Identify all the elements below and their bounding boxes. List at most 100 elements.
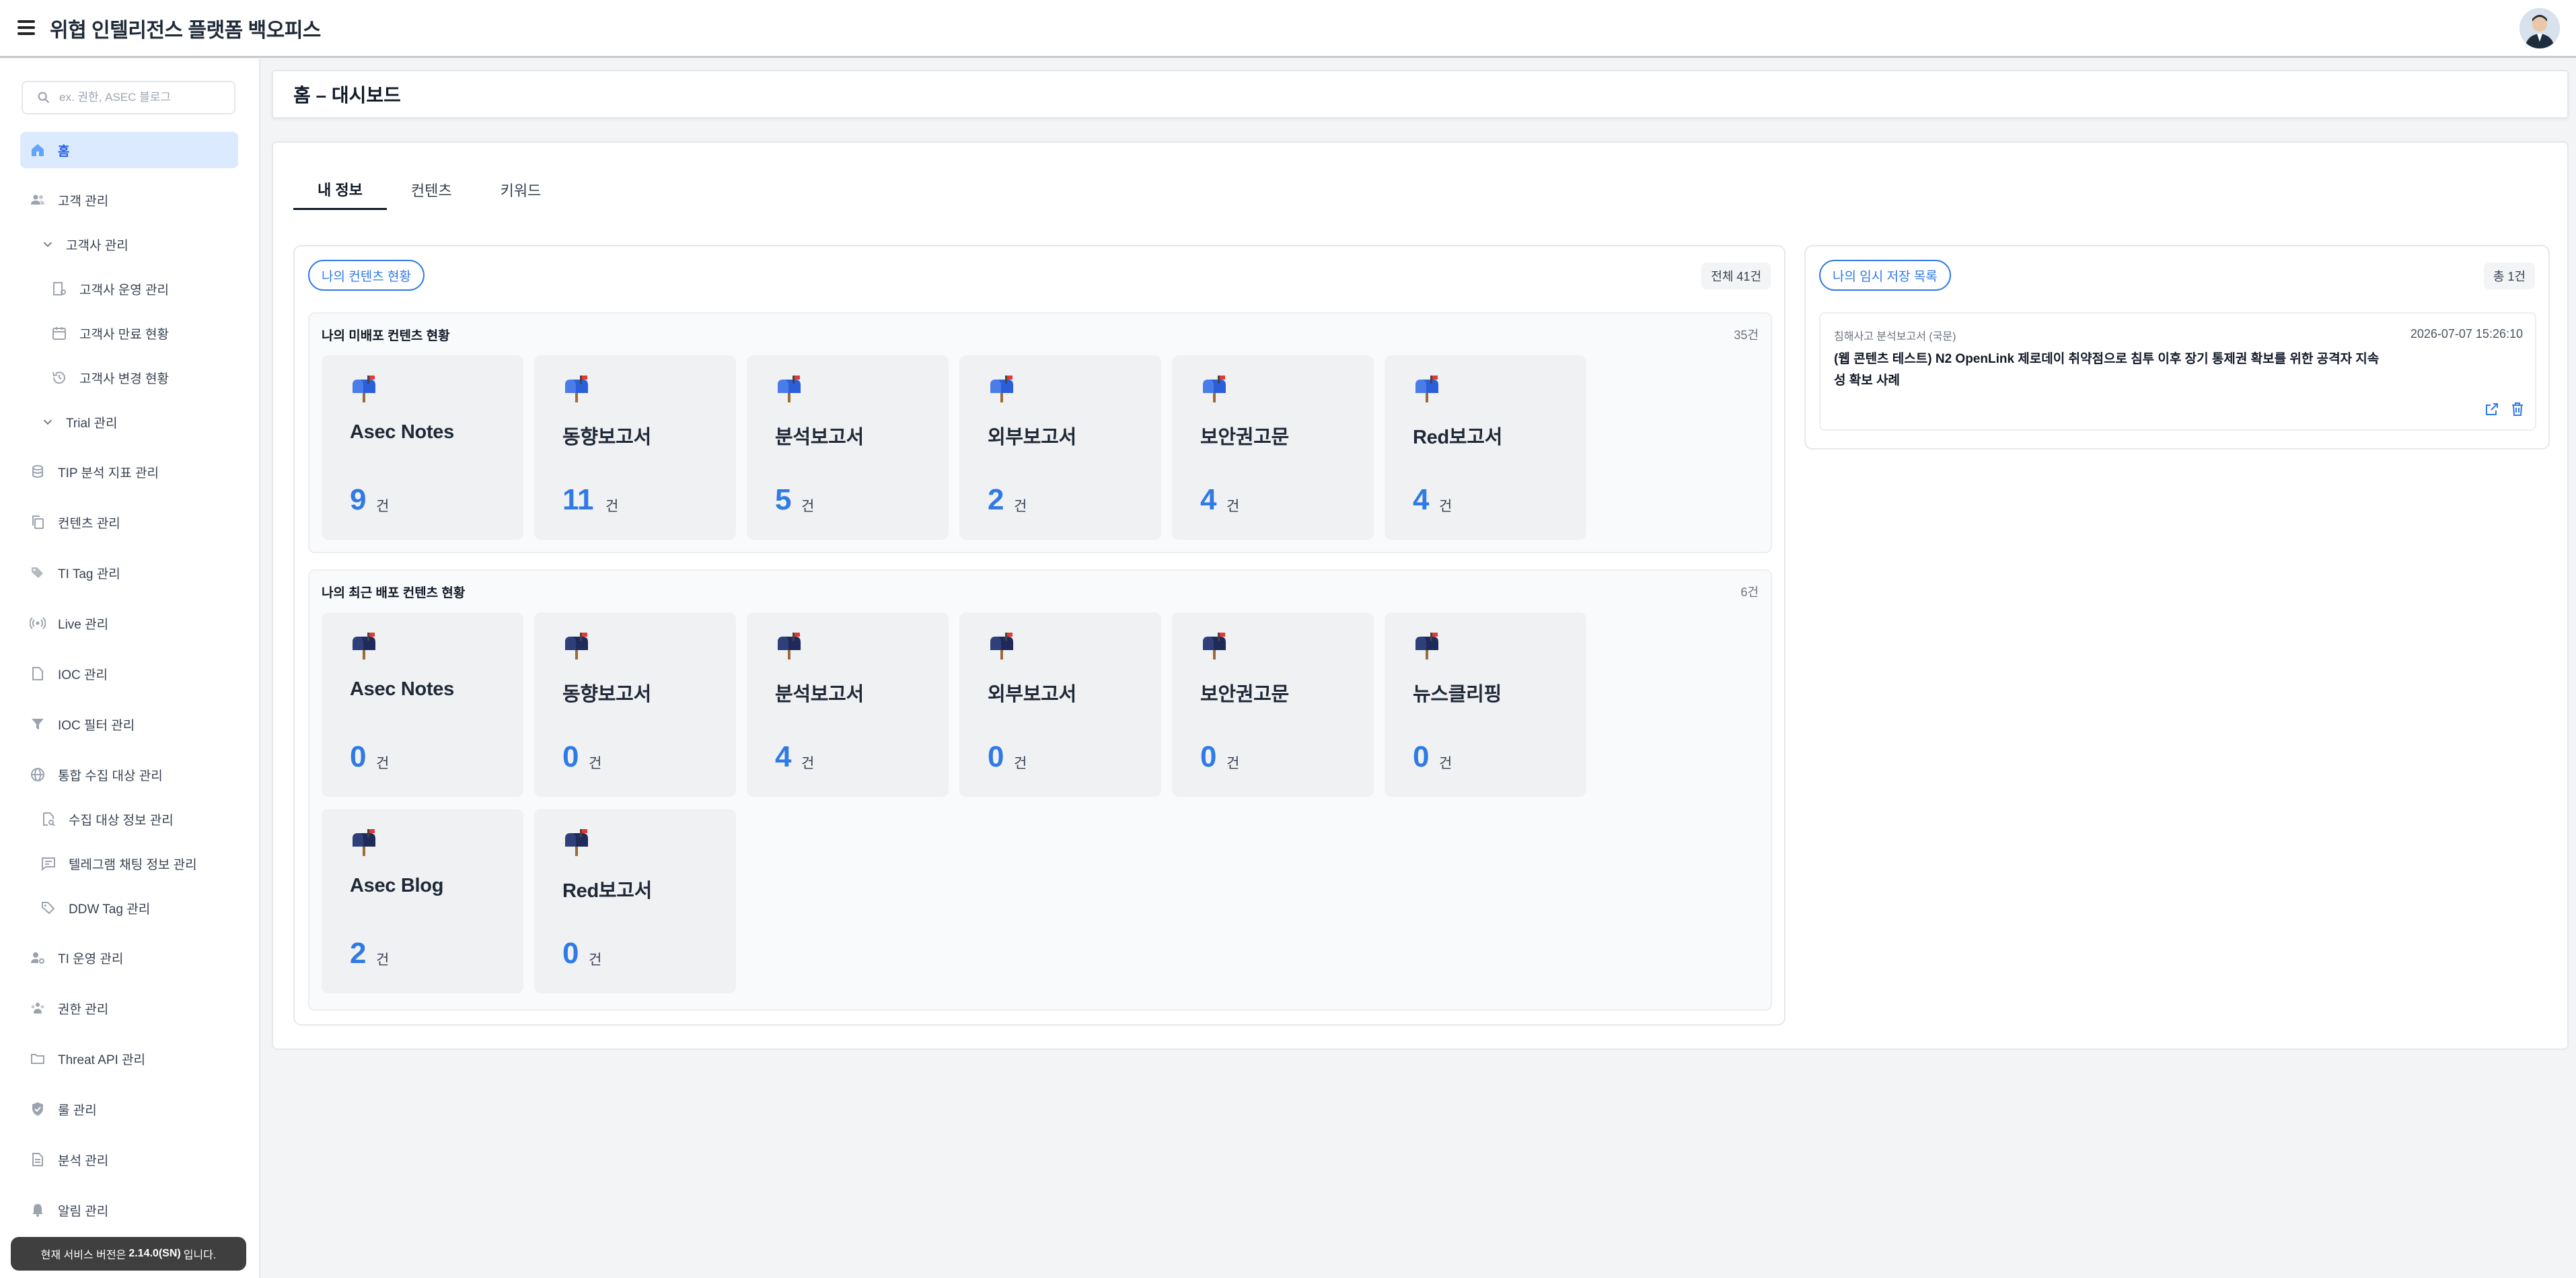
sidebar-item-notification[interactable]: 알림 관리 [20,1192,238,1228]
tab-keywords[interactable]: 키워드 [476,170,566,210]
chevron-down-icon [43,419,52,425]
home-icon [32,144,44,156]
stat-card[interactable]: Red보고서 0 건 [534,809,736,993]
sidebar-item-ddw-tag[interactable]: DDW Tag 관리 [20,890,238,926]
stat-value: 11 [562,483,594,516]
search-icon [38,92,50,104]
stat-value: 2 [350,937,367,970]
sidebar-item-label: 텔레그램 채팅 정보 관리 [69,857,197,872]
drafts-panel: 나의 임시 저장 목록 총 1건 침해사고 분석보고서 (국문) 2026-07… [1804,245,2550,450]
trash-icon[interactable] [2509,401,2526,417]
mailbox-icon [350,829,378,857]
search-file-icon [43,812,55,826]
stat-unit: 건 [605,499,619,514]
user-avatar-icon [2519,8,2560,48]
sidebar-item-ti-ops[interactable]: TI 운영 관리 [20,939,238,976]
chat-icon [42,857,55,872]
stat-unit: 건 [1226,756,1240,771]
stat-label: Red보고서 [1413,427,1503,448]
open-external-icon[interactable] [2484,401,2500,417]
sidebar-item-home[interactable]: 홈 [20,132,238,168]
sidebar-item-label: 수집 대상 정보 관리 [69,813,174,828]
sidebar-item-tip-metrics[interactable]: TIP 분석 지표 관리 [20,454,238,490]
tab-contents[interactable]: 컨텐츠 [387,170,476,210]
stat-card[interactable]: 동향보고서 11 건 [534,355,736,540]
sidebar-item-label: TI Tag 관리 [58,567,120,581]
version-info: 현재 서비스 버전은 2.14.0(SN) 입니다. [11,1237,246,1271]
stat-label: 보안권고문 [1200,427,1289,448]
stat-card[interactable]: 외부보고서 2 건 [959,355,1161,540]
sidebar-item-rule[interactable]: 룰 관리 [20,1091,238,1127]
sidebar-item-analysis[interactable]: 분석 관리 [20,1141,238,1178]
stat-value: 2 [988,483,1004,516]
sidebar-item-live[interactable]: Live 관리 [20,605,238,641]
tags-icon [32,567,43,578]
sidebar-item-label: 통합 수집 대상 관리 [58,769,163,783]
sidebar-item-company-expire[interactable]: 고객사 만료 현황 [20,315,238,351]
section-count: 35건 [1734,328,1759,342]
avatar[interactable] [2519,8,2560,48]
sidebar-item-collection[interactable]: 통합 수집 대상 관리 [20,756,238,793]
sidebar-item-trial[interactable]: Trial 관리 [20,404,238,440]
sidebar-item-label: DDW Tag 관리 [69,902,151,917]
drafts-button[interactable]: 나의 임시 저장 목록 [1819,260,1951,291]
sidebar-item-customer-company[interactable]: 고객사 관리 [20,226,238,262]
stat-card[interactable]: Asec Notes 9 건 [322,355,523,540]
section-count: 6건 [1740,585,1759,599]
undeployed-section: 나의 미배포 컨텐츠 현황 35건 Asec Notes 9 건 동향보고서 11 건 분석… [308,312,1772,553]
search-input[interactable] [59,91,227,104]
users-icon [31,194,44,205]
sidebar-item-company-change[interactable]: 고객사 변경 현황 [20,359,238,396]
stat-card[interactable]: 분석보고서 4 건 [747,612,949,797]
sidebar-item-label: TIP 분석 지표 관리 [58,466,159,481]
sidebar-item-label: 고객사 관리 [66,238,128,253]
sidebar-item-label: TI 운영 관리 [58,952,124,966]
sidebar-item-ti-tag[interactable]: TI Tag 관리 [20,555,238,591]
stat-value: 9 [350,483,367,516]
mailbox-icon [775,633,803,661]
menu-icon[interactable] [16,17,36,38]
stat-label: 동향보고서 [562,427,651,448]
stat-card[interactable]: Red보고서 4 건 [1385,355,1586,540]
sidebar-item-contents[interactable]: 컨텐츠 관리 [20,504,238,540]
stat-unit: 건 [589,952,602,968]
tab-my-info[interactable]: 내 정보 [293,170,387,210]
draft-item[interactable]: 침해사고 분석보고서 (국문) 2026-07-07 15:26:10 (웹 콘… [1819,312,2536,431]
mailbox-icon [775,376,803,404]
sidebar-item-ioc-filter[interactable]: IOC 필터 관리 [20,706,238,742]
sidebar-item-label: Live 관리 [58,617,109,632]
stat-card[interactable]: 보안권고문 0 건 [1172,612,1374,797]
my-contents-button[interactable]: 나의 컨텐츠 현황 [308,260,425,291]
stat-label: Asec Blog [350,875,444,896]
stat-unit: 건 [1226,499,1240,514]
sidebar-item-label: Trial 관리 [66,416,118,431]
sidebar-item-label: 고객사 만료 현황 [79,327,169,342]
sidebar-item-permission[interactable]: 권한 관리 [20,990,238,1026]
stat-value: 0 [562,740,579,773]
sidebar-item-telegram[interactable]: 텔레그램 채팅 정보 관리 [20,845,238,882]
mailbox-icon [1413,376,1441,404]
stat-card[interactable]: Asec Notes 0 건 [322,612,523,797]
sidebar-item-company-ops[interactable]: 고객사 운영 관리 [20,271,238,307]
stat-card[interactable]: 분석보고서 5 건 [747,355,949,540]
stat-label: Asec Notes [350,678,454,700]
chevron-down-icon [43,242,52,248]
stat-card[interactable]: 동향보고서 0 건 [534,612,736,797]
sidebar-item-customer[interactable]: 고객 관리 [20,182,238,218]
copy-icon [32,516,44,529]
tag-icon [42,902,55,915]
mailbox-icon [350,376,378,404]
stat-card[interactable]: 보안권고문 4 건 [1172,355,1374,540]
sidebar-item-threat-api[interactable]: Threat API 관리 [20,1040,238,1077]
stat-card[interactable]: 뉴스클리핑 0 건 [1385,612,1586,797]
stat-card[interactable]: 외부보고서 0 건 [959,612,1161,797]
sidebar-item-ioc[interactable]: IOC 관리 [20,655,238,692]
stat-card[interactable]: Asec Blog 2 건 [322,809,523,993]
stat-label: 뉴스클리핑 [1413,684,1502,705]
app-title: 위협 인텔리전스 플랫폼 백오피스 [50,20,321,42]
stat-unit: 건 [589,756,602,771]
sidebar-item-collection-info[interactable]: 수집 대상 정보 관리 [20,801,238,837]
history-icon [52,371,65,384]
user-gear-icon [31,952,44,964]
stat-unit: 건 [1439,756,1452,771]
